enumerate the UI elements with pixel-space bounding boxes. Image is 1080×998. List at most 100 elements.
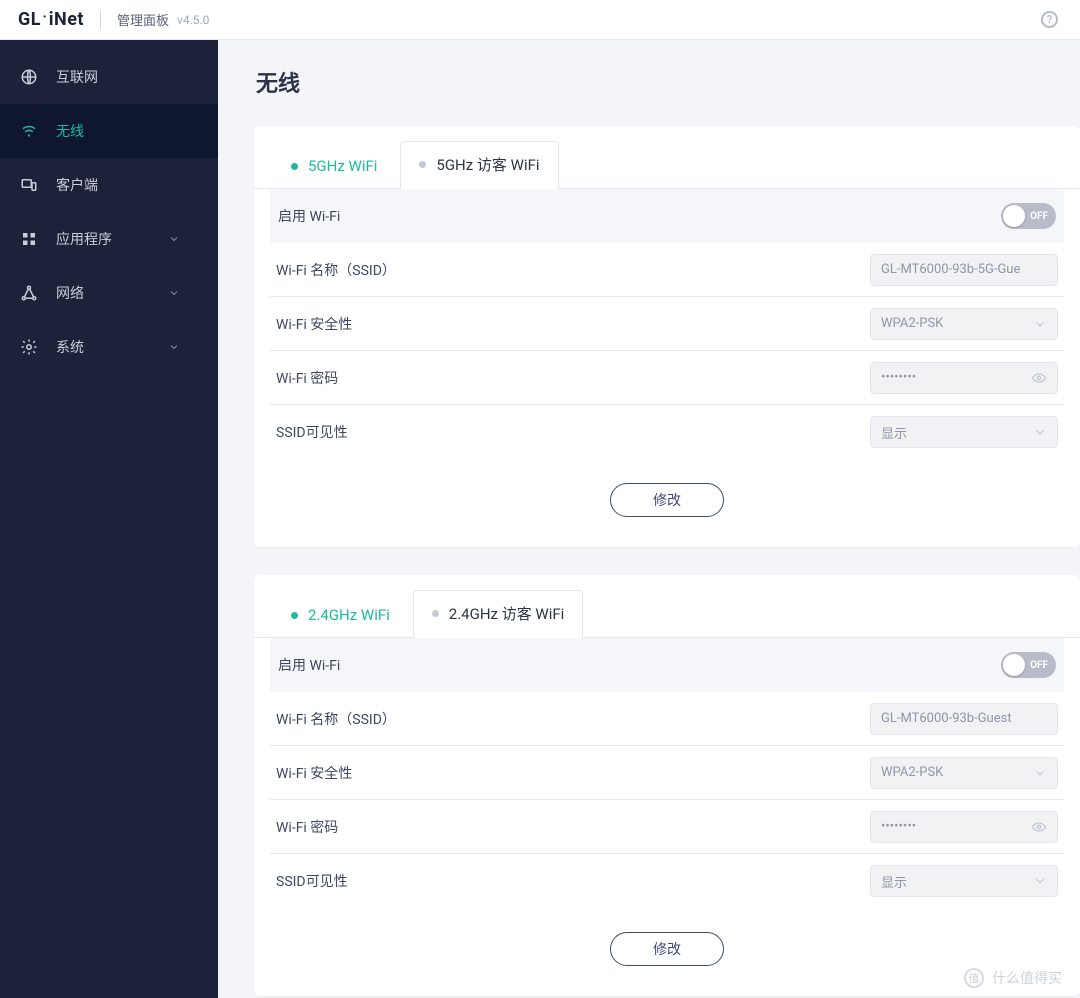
row-label: Wi-Fi 密码 xyxy=(276,368,868,388)
main-content: 无线 5GHz WiFi 5GHz 访客 WiFi 启用 Wi-Fi xyxy=(218,40,1080,998)
watermark: 值 什么值得买 xyxy=(964,968,1062,988)
tab-label: 5GHz 访客 WiFi xyxy=(436,154,539,175)
eye-icon[interactable] xyxy=(1031,819,1047,835)
row-label: Wi-Fi 安全性 xyxy=(276,763,868,783)
status-dot-icon xyxy=(419,161,426,168)
chevron-down-icon xyxy=(1033,874,1047,888)
panel-title: 管理面板 xyxy=(117,10,169,29)
sidebar-item-system[interactable]: 系统 xyxy=(0,320,218,374)
row-label: Wi-Fi 名称（SSID） xyxy=(276,709,868,729)
button-label: 修改 xyxy=(653,939,681,959)
sidebar-item-label: 互联网 xyxy=(56,67,98,87)
sidebar-item-label: 系统 xyxy=(56,337,84,357)
enable-wifi-toggle[interactable]: OFF xyxy=(1001,203,1056,229)
toggle-knob-icon xyxy=(1003,654,1025,676)
row-ssid: Wi-Fi 名称（SSID） GL-MT6000-93b-5G-Gue xyxy=(270,243,1064,297)
field-value: GL-MT6000-93b-Guest xyxy=(881,711,1047,726)
row-security: Wi-Fi 安全性 WPA2-PSK xyxy=(270,746,1064,800)
version-label: v4.5.0 xyxy=(177,13,209,27)
sidebar: 互联网 无线 客户端 应用程序 网络 系统 xyxy=(0,40,218,998)
ssid-input[interactable]: GL-MT6000-93b-5G-Gue xyxy=(870,254,1058,286)
button-label: 修改 xyxy=(653,490,681,510)
watermark-icon: 值 xyxy=(964,968,984,988)
status-dot-icon xyxy=(432,610,439,617)
sidebar-item-label: 无线 xyxy=(56,121,84,141)
row-password: Wi-Fi 密码 •••••••• xyxy=(270,800,1064,854)
globe-icon xyxy=(20,68,38,86)
sidebar-item-label: 客户端 xyxy=(56,175,98,195)
tab-5ghz-guest[interactable]: 5GHz 访客 WiFi xyxy=(400,141,558,189)
row-enable-wifi: 启用 Wi-Fi OFF xyxy=(270,638,1064,692)
modify-button[interactable]: 修改 xyxy=(610,932,724,966)
password-input[interactable]: •••••••• xyxy=(870,362,1058,394)
security-select[interactable]: WPA2-PSK xyxy=(870,757,1058,789)
ssid-input[interactable]: GL-MT6000-93b-Guest xyxy=(870,703,1058,735)
tab-24ghz-guest[interactable]: 2.4GHz 访客 WiFi xyxy=(413,590,584,638)
brand-part-a: GL xyxy=(18,9,41,30)
field-value: •••••••• xyxy=(881,819,1025,834)
top-bar: GL • iNet 管理面板 v4.5.0 ? xyxy=(0,0,1080,40)
tabs-5ghz: 5GHz WiFi 5GHz 访客 WiFi xyxy=(254,126,1080,189)
wifi-card-24ghz: 2.4GHz WiFi 2.4GHz 访客 WiFi 启用 Wi-Fi OFF xyxy=(254,575,1080,996)
row-visibility: SSID可见性 显示 xyxy=(270,854,1064,908)
chevron-down-icon xyxy=(1033,766,1047,780)
sidebar-item-label: 网络 xyxy=(56,283,84,303)
devices-icon xyxy=(20,176,38,194)
tab-label: 2.4GHz 访客 WiFi xyxy=(449,603,565,624)
row-security: Wi-Fi 安全性 WPA2-PSK xyxy=(270,297,1064,351)
sidebar-item-label: 应用程序 xyxy=(56,229,112,249)
help-icon[interactable]: ? xyxy=(1041,11,1058,28)
enable-wifi-toggle[interactable]: OFF xyxy=(1001,652,1056,678)
network-icon xyxy=(20,284,38,302)
toggle-knob-icon xyxy=(1003,205,1025,227)
password-input[interactable]: •••••••• xyxy=(870,811,1058,843)
visibility-select[interactable]: 显示 xyxy=(870,865,1058,897)
security-select[interactable]: WPA2-PSK xyxy=(870,308,1058,340)
field-value: 显示 xyxy=(881,872,1027,891)
tab-5ghz-main[interactable]: 5GHz WiFi xyxy=(272,144,396,189)
field-value: 显示 xyxy=(881,423,1027,442)
brand-dot-icon: • xyxy=(43,13,47,23)
tab-24ghz-main[interactable]: 2.4GHz WiFi xyxy=(272,593,409,638)
toggle-state: OFF xyxy=(1030,211,1048,222)
row-enable-wifi: 启用 Wi-Fi OFF xyxy=(270,189,1064,243)
divider-icon xyxy=(100,11,101,29)
sidebar-item-internet[interactable]: 互联网 xyxy=(0,50,218,104)
sidebar-item-wireless[interactable]: 无线 xyxy=(0,104,218,158)
tab-label: 5GHz WiFi xyxy=(308,157,377,175)
brand-part-b: iNet xyxy=(49,9,84,30)
status-dot-icon xyxy=(291,612,298,619)
chevron-down-icon xyxy=(1033,425,1047,439)
tab-label: 2.4GHz WiFi xyxy=(308,606,390,624)
modify-button[interactable]: 修改 xyxy=(610,483,724,517)
chevron-down-icon xyxy=(1033,317,1047,331)
field-value: WPA2-PSK xyxy=(881,316,1027,331)
row-label: 启用 Wi-Fi xyxy=(278,655,866,675)
field-value: •••••••• xyxy=(881,370,1025,385)
wifi-card-5ghz: 5GHz WiFi 5GHz 访客 WiFi 启用 Wi-Fi OFF xyxy=(254,126,1080,547)
page-title: 无线 xyxy=(256,66,1080,98)
apps-icon xyxy=(20,230,38,248)
toggle-state: OFF xyxy=(1030,660,1048,671)
row-label: Wi-Fi 密码 xyxy=(276,817,868,837)
row-label: SSID可见性 xyxy=(276,871,868,891)
chevron-down-icon xyxy=(168,233,180,245)
tabs-24ghz: 2.4GHz WiFi 2.4GHz 访客 WiFi xyxy=(254,575,1080,638)
eye-icon[interactable] xyxy=(1031,370,1047,386)
wifi-icon xyxy=(20,122,38,140)
row-label: 启用 Wi-Fi xyxy=(278,206,866,226)
row-ssid: Wi-Fi 名称（SSID） GL-MT6000-93b-Guest xyxy=(270,692,1064,746)
row-visibility: SSID可见性 显示 xyxy=(270,405,1064,459)
watermark-text: 什么值得买 xyxy=(992,968,1062,988)
sidebar-item-apps[interactable]: 应用程序 xyxy=(0,212,218,266)
chevron-down-icon xyxy=(168,287,180,299)
visibility-select[interactable]: 显示 xyxy=(870,416,1058,448)
row-password: Wi-Fi 密码 •••••••• xyxy=(270,351,1064,405)
chevron-down-icon xyxy=(168,341,180,353)
row-label: Wi-Fi 名称（SSID） xyxy=(276,260,868,280)
row-label: SSID可见性 xyxy=(276,422,868,442)
brand-logo: GL • iNet xyxy=(18,9,84,30)
sidebar-item-network[interactable]: 网络 xyxy=(0,266,218,320)
sidebar-item-clients[interactable]: 客户端 xyxy=(0,158,218,212)
status-dot-icon xyxy=(291,163,298,170)
